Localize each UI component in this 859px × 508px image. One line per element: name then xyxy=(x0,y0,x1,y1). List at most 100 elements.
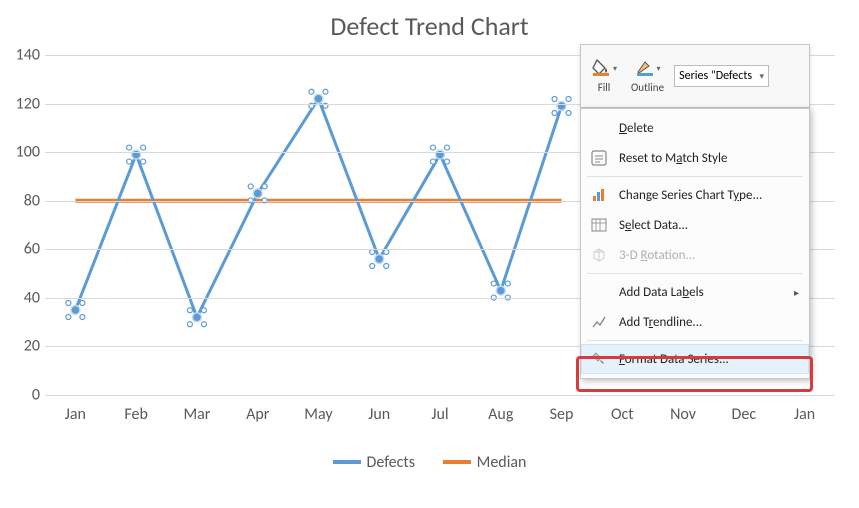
chevron-right-icon: ▸ xyxy=(794,286,799,299)
menu-add-data-labels[interactable]: Add Data Labels ▸ xyxy=(581,277,809,307)
x-tick-label: Dec xyxy=(732,405,757,424)
x-tick-label: Apr xyxy=(246,405,269,424)
y-tick-label: 40 xyxy=(10,288,40,307)
outline-icon xyxy=(635,58,655,79)
selection-handle xyxy=(187,322,192,327)
defect-markers[interactable] xyxy=(66,89,571,327)
legend[interactable]: Defects Median xyxy=(0,450,859,472)
x-tick-label: Nov xyxy=(670,405,696,424)
data-marker[interactable] xyxy=(71,306,80,315)
y-tick-label: 20 xyxy=(10,337,40,356)
x-tick-label: Mar xyxy=(183,405,210,424)
menu-change-chart-type[interactable]: Change Series Chart Type... xyxy=(581,180,809,210)
outline-button[interactable]: ▾ Outline xyxy=(627,56,668,96)
x-tick-label: Jul xyxy=(431,405,448,424)
y-tick-label: 60 xyxy=(10,240,40,259)
reset-icon xyxy=(589,148,609,168)
legend-label-defects: Defects xyxy=(367,453,416,472)
data-marker[interactable] xyxy=(496,286,505,295)
selection-handle xyxy=(201,308,206,313)
chevron-down-icon: ▾ xyxy=(760,71,765,82)
x-tick-label: Feb xyxy=(124,405,147,424)
selection-handle xyxy=(384,264,389,269)
selection-handle xyxy=(491,281,496,286)
x-tick-label: Jan xyxy=(65,405,86,424)
format-icon xyxy=(589,349,609,369)
blank-icon xyxy=(589,118,609,138)
y-tick-label: 120 xyxy=(10,94,40,113)
series-selector-text: Series "Defects xyxy=(679,69,752,83)
chart-title: Defect Trend Chart xyxy=(0,0,859,42)
selection-handle xyxy=(141,159,146,164)
selection-handle xyxy=(445,159,450,164)
selection-handle xyxy=(431,145,436,150)
chevron-down-icon: ▾ xyxy=(613,64,617,74)
fill-button[interactable]: ▾ Fill xyxy=(587,56,621,96)
series-selector[interactable]: Series "Defects ▾ xyxy=(674,65,769,87)
selection-handle xyxy=(309,89,314,94)
menu-format-data-series-label: Format Data Series... xyxy=(619,352,729,367)
menu-3d-rotation-label: 3-D Rotation... xyxy=(619,248,695,263)
menu-select-data[interactable]: Select Data... xyxy=(581,210,809,240)
bar-chart-icon xyxy=(589,185,609,205)
chevron-down-icon: ▾ xyxy=(657,64,661,74)
selection-handle xyxy=(566,97,571,102)
menu-add-trendline[interactable]: Add Trendline... xyxy=(581,307,809,337)
selection-handle xyxy=(431,159,436,164)
selection-handle xyxy=(248,184,253,189)
legend-swatch-median xyxy=(443,460,471,464)
x-tick-label: Jan xyxy=(794,405,815,424)
menu-separator xyxy=(587,340,803,341)
gridline xyxy=(45,395,835,396)
fill-icon xyxy=(591,58,611,79)
data-marker[interactable] xyxy=(192,313,201,322)
defects-series[interactable] xyxy=(75,99,561,318)
menu-reset-label: Reset to Match Style xyxy=(619,151,727,166)
selection-handle xyxy=(127,159,132,164)
blank-icon xyxy=(589,282,609,302)
selection-handle xyxy=(552,111,557,116)
menu-delete-label: Delete xyxy=(619,121,654,136)
data-marker[interactable] xyxy=(314,94,323,103)
x-tick-label: Oct xyxy=(611,405,634,424)
fill-label: Fill xyxy=(598,81,611,94)
menu-separator xyxy=(587,176,803,177)
selection-handle xyxy=(141,145,146,150)
selection-handle xyxy=(66,315,71,320)
selection-handle xyxy=(262,184,267,189)
x-tick-label: Aug xyxy=(488,405,513,424)
select-data-icon xyxy=(589,215,609,235)
selection-handle xyxy=(505,281,510,286)
selection-handle xyxy=(127,145,132,150)
y-tick-label: 100 xyxy=(10,143,40,162)
menu-add-data-labels-label: Add Data Labels xyxy=(619,285,704,300)
cube-icon xyxy=(589,245,609,265)
selection-handle xyxy=(80,315,85,320)
menu-separator xyxy=(587,273,803,274)
menu-add-trendline-label: Add Trendline... xyxy=(619,315,702,330)
menu-select-data-label: Select Data... xyxy=(619,218,688,233)
legend-swatch-defects xyxy=(333,460,361,464)
legend-label-median: Median xyxy=(477,453,527,472)
menu-format-data-series[interactable]: Format Data Series... xyxy=(581,344,809,374)
x-tick-label: Jun xyxy=(368,405,390,424)
legend-median[interactable]: Median xyxy=(443,453,527,472)
y-tick-label: 0 xyxy=(10,386,40,405)
data-marker[interactable] xyxy=(253,189,262,198)
selection-handle xyxy=(66,301,71,306)
selection-handle xyxy=(566,111,571,116)
selection-handle xyxy=(201,322,206,327)
selection-handle xyxy=(187,308,192,313)
y-tick-label: 140 xyxy=(10,46,40,65)
x-tick-label: May xyxy=(304,405,332,424)
selection-handle xyxy=(552,97,557,102)
data-marker[interactable] xyxy=(375,255,384,264)
menu-3d-rotation: 3-D Rotation... xyxy=(581,240,809,270)
menu-delete[interactable]: Delete xyxy=(581,113,809,143)
menu-reset[interactable]: Reset to Match Style xyxy=(581,143,809,173)
x-axis: JanFebMarAprMayJunJulAugSepOctNovDecJan xyxy=(45,405,835,425)
selection-handle xyxy=(323,89,328,94)
menu-change-chart-type-label: Change Series Chart Type... xyxy=(619,188,762,203)
mini-toolbar: ▾ Fill ▾ Outline Series "Defects ▾ xyxy=(580,44,810,108)
legend-defects[interactable]: Defects xyxy=(333,453,416,472)
